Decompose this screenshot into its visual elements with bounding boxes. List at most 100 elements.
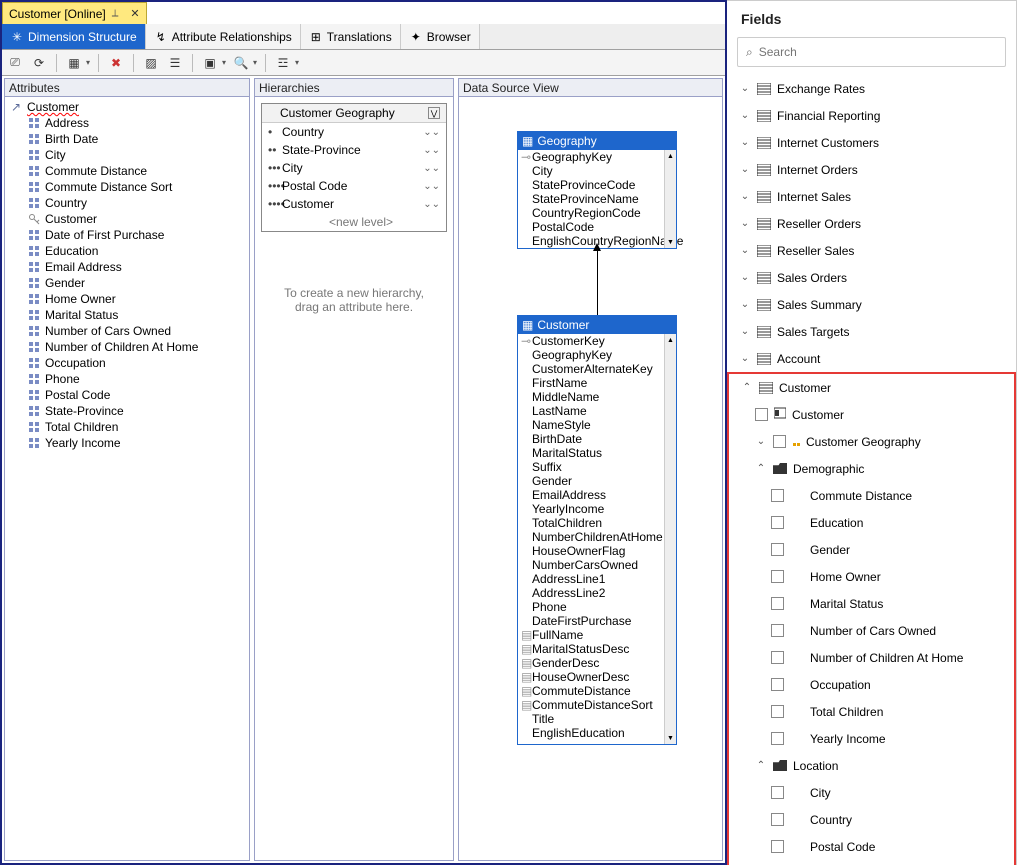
field-item[interactable]: Occupation <box>729 671 1014 698</box>
chevron-down-icon[interactable]: ⌄ <box>755 436 767 447</box>
attribute-item[interactable]: Commute Distance <box>7 163 247 179</box>
dsv-column[interactable]: StateProvinceName <box>518 192 664 206</box>
field-item[interactable]: Number of Children At Home <box>729 644 1014 671</box>
pin-icon[interactable]: ⟂ <box>112 8 119 19</box>
chevron-down-icon[interactable]: ⌄ <box>739 191 751 202</box>
attributes-root[interactable]: ↗ Customer <box>7 99 247 115</box>
checkbox[interactable] <box>771 732 784 745</box>
chevron-up-icon[interactable]: ⌃ <box>755 463 767 474</box>
dsv-column[interactable]: LastName <box>518 404 664 418</box>
dsv-column[interactable]: AddressLine1 <box>518 572 664 586</box>
attribute-item[interactable]: Number of Children At Home <box>7 339 247 355</box>
dsv-column[interactable]: Title <box>518 712 664 726</box>
dsv-column[interactable]: NumberChildrenAtHome <box>518 530 664 544</box>
dsv-column[interactable]: CustomerKey <box>518 334 664 348</box>
attribute-item[interactable]: Customer <box>7 211 247 227</box>
dsv-column[interactable]: FullName <box>518 628 664 642</box>
hierarchy-new-level[interactable]: <new level> <box>262 213 446 231</box>
view-icon[interactable]: ▦ <box>65 54 83 72</box>
tab-translations[interactable]: ⊞ Translations <box>301 24 401 49</box>
dsv-column[interactable]: DateFirstPurchase <box>518 614 664 628</box>
field-item[interactable]: Total Children <box>729 698 1014 725</box>
field-item[interactable]: Country <box>729 806 1014 833</box>
hierarchy-level[interactable]: ••••Postal Code⌄⌄ <box>262 177 446 195</box>
hierarchy-expand-icon[interactable]: ⋁ <box>428 107 440 119</box>
delete-icon[interactable]: ✖ <box>107 54 125 72</box>
dropdown-icon[interactable]: ▾ <box>86 58 90 67</box>
attribute-item[interactable]: Total Children <box>7 419 247 435</box>
dsv-column[interactable]: GenderDesc <box>518 656 664 670</box>
attribute-item[interactable]: Postal Code <box>7 387 247 403</box>
chevron-down-icon[interactable]: ⌄ <box>739 137 751 148</box>
zoom-icon[interactable]: 🔍 <box>232 54 250 72</box>
dsv-column[interactable]: YearlyIncome <box>518 502 664 516</box>
chevron-down-icon[interactable]: ⌄ <box>739 83 751 94</box>
field-table[interactable]: ⌄Internet Sales <box>727 183 1016 210</box>
field-table[interactable]: ⌄Account <box>727 345 1016 372</box>
chevron-down-icon[interactable]: ⌄⌄ <box>423 181 440 192</box>
folder-location[interactable]: ⌃ Location <box>729 752 1014 779</box>
field-table[interactable]: ⌄Internet Customers <box>727 129 1016 156</box>
dsv-column[interactable]: HouseOwnerDesc <box>518 670 664 684</box>
scrollbar[interactable]: ▲ ▼ <box>664 334 676 744</box>
scrollbar[interactable]: ▲ ▼ <box>664 150 676 248</box>
tab-browser[interactable]: ✦ Browser <box>401 24 480 49</box>
dropdown-icon[interactable]: ▾ <box>222 58 226 67</box>
hierarchy-box[interactable]: Customer Geography ⋁ •Country⌄⌄••State-P… <box>261 103 447 232</box>
dsv-column[interactable]: City <box>518 164 664 178</box>
field-customer-geography[interactable]: ⌄ Customer Geography <box>729 428 1014 455</box>
checkbox[interactable] <box>771 651 784 664</box>
dsv-column[interactable]: NameStyle <box>518 418 664 432</box>
hierarchy-level[interactable]: •Country⌄⌄ <box>262 123 446 141</box>
attribute-item[interactable]: City <box>7 147 247 163</box>
chevron-down-icon[interactable]: ⌄⌄ <box>423 127 440 138</box>
attribute-item[interactable]: Education <box>7 243 247 259</box>
field-table[interactable]: ⌄Reseller Sales <box>727 237 1016 264</box>
checkbox[interactable] <box>771 597 784 610</box>
dsv-column[interactable]: FirstName <box>518 376 664 390</box>
writeback-icon[interactable]: ☲ <box>274 54 292 72</box>
attribute-item[interactable]: Yearly Income <box>7 435 247 451</box>
show-table-icon[interactable]: ▨ <box>142 54 160 72</box>
dsv-column[interactable]: Phone <box>518 600 664 614</box>
dsv-column[interactable]: EmailAddress <box>518 488 664 502</box>
field-table-customer[interactable]: ⌃ Customer <box>729 374 1014 401</box>
process-icon[interactable]: ⟳ <box>30 54 48 72</box>
chevron-down-icon[interactable]: ⌄ <box>739 164 751 175</box>
chevron-down-icon[interactable]: ⌄⌄ <box>423 163 440 174</box>
dsv-column[interactable]: Suffix <box>518 460 664 474</box>
hierarchy-title-row[interactable]: Customer Geography ⋁ <box>262 104 446 123</box>
field-table[interactable]: ⌄Sales Orders <box>727 264 1016 291</box>
dsv-column[interactable]: CommuteDistance <box>518 684 664 698</box>
attribute-item[interactable]: Phone <box>7 371 247 387</box>
field-customer[interactable]: Customer <box>729 401 1014 428</box>
checkbox[interactable] <box>755 408 768 421</box>
dsv-column[interactable]: MaritalStatusDesc <box>518 642 664 656</box>
dsv-column[interactable]: StateProvinceCode <box>518 178 664 192</box>
document-tab-customer[interactable]: Customer [Online] ⟂ ✕ <box>2 2 147 24</box>
chevron-down-icon[interactable]: ⌄ <box>739 245 751 256</box>
dropdown-icon[interactable]: ▾ <box>295 58 299 67</box>
chevron-up-icon[interactable]: ⌃ <box>741 382 753 393</box>
dsv-table-header-geography[interactable]: ▦ Geography <box>518 132 676 150</box>
tab-dimension-structure[interactable]: ✳ Dimension Structure <box>2 24 146 49</box>
dsv-column[interactable]: CustomerAlternateKey <box>518 362 664 376</box>
attribute-item[interactable]: Gender <box>7 275 247 291</box>
show-tree-icon[interactable]: ☰ <box>166 54 184 72</box>
attribute-item[interactable]: Address <box>7 115 247 131</box>
dsv-table-geography[interactable]: ▦ Geography GeographyKeyCityStateProvinc… <box>517 131 677 249</box>
field-table[interactable]: ⌄Sales Summary <box>727 291 1016 318</box>
checkbox[interactable] <box>771 543 784 556</box>
chevron-down-icon[interactable]: ⌄⌄ <box>423 145 440 156</box>
checkbox[interactable] <box>771 624 784 637</box>
field-table[interactable]: ⌄Reseller Orders <box>727 210 1016 237</box>
dsv-column[interactable]: NumberCarsOwned <box>518 558 664 572</box>
field-item[interactable]: Education <box>729 509 1014 536</box>
field-table[interactable]: ⌄Financial Reporting <box>727 102 1016 129</box>
checkbox[interactable] <box>771 489 784 502</box>
hierarchy-level[interactable]: ••••Customer⌄⌄ <box>262 195 446 213</box>
checkbox[interactable] <box>771 516 784 529</box>
hierarchy-level[interactable]: •••City⌄⌄ <box>262 159 446 177</box>
attribute-item[interactable]: State-Province <box>7 403 247 419</box>
fields-search[interactable]: ⌕ <box>737 37 1006 67</box>
